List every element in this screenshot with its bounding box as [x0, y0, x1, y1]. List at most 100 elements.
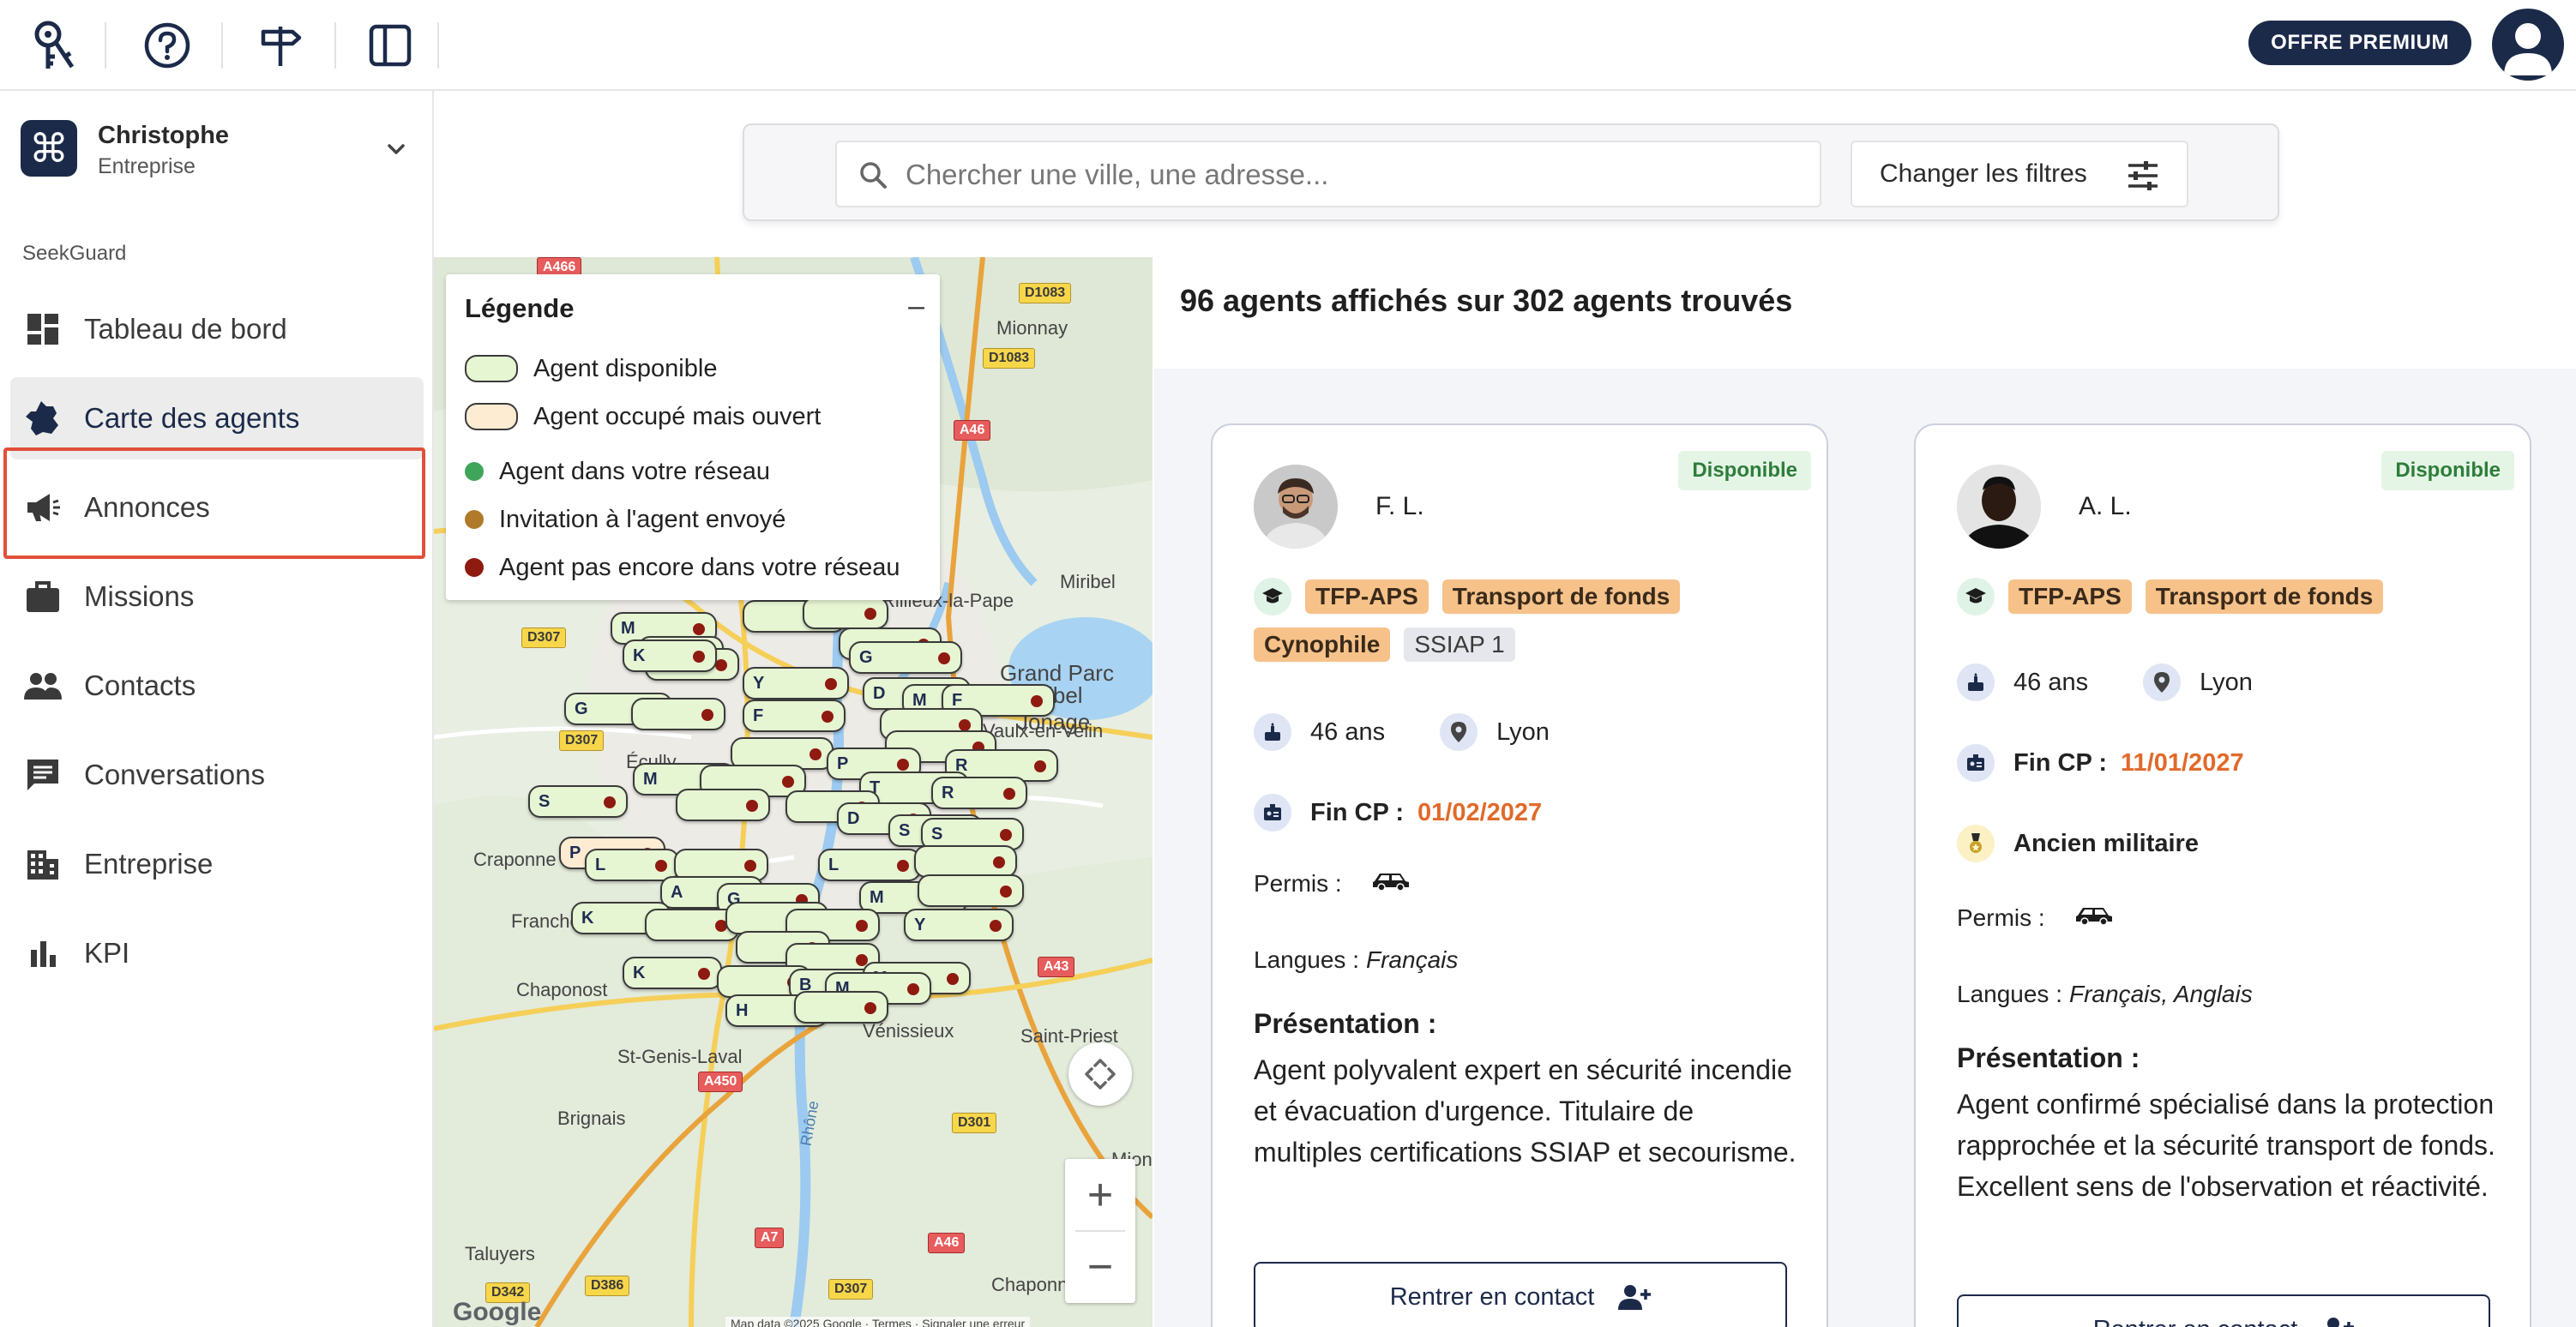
zoom-out-button[interactable]: −	[1065, 1231, 1135, 1303]
sidebar-item-annonces[interactable]: Annonces	[0, 463, 434, 552]
agent-map-marker[interactable]	[631, 698, 725, 730]
search-field[interactable]	[835, 141, 1821, 207]
legend-collapse-button[interactable]: –	[908, 290, 924, 323]
legend-item-label: Agent occupé mais ouvert	[533, 402, 822, 430]
sidebar-item-carte-des-agents[interactable]: Carte des agents	[10, 377, 424, 459]
certification-tags: TFP-APS Transport de fonds	[1957, 578, 2506, 615]
road-tag: D386	[585, 1276, 630, 1296]
sidebar-item-conversations[interactable]: Conversations	[0, 730, 434, 820]
agent-map-marker[interactable]	[914, 845, 1017, 878]
agent-map-marker[interactable]: S	[528, 785, 628, 818]
agent-map-marker[interactable]	[803, 597, 888, 629]
signpost-icon[interactable]	[249, 14, 312, 77]
agent-map-marker[interactable]: K	[623, 957, 722, 989]
change-filters-button[interactable]: Changer les filtres	[1851, 141, 2188, 207]
military-label: Ancien militaire	[2013, 829, 2199, 857]
sidebar-item-entreprise[interactable]: Entreprise	[0, 820, 434, 909]
cert-tag: TFP-APS	[2008, 579, 2132, 614]
add-user-icon	[1618, 1285, 1652, 1310]
legend-dot	[465, 558, 484, 577]
workspace-switcher[interactable]: ⌘ Christophe Entreprise	[21, 117, 412, 182]
legend-swatch	[465, 403, 518, 430]
map-place-label: Taluyers	[465, 1243, 535, 1264]
sidebar-toggle-icon[interactable]	[358, 14, 422, 77]
fullscreen-icon[interactable]	[1068, 1042, 1132, 1106]
dashboard-icon	[24, 310, 62, 348]
legend-item: Agent occupé mais ouvert	[465, 401, 821, 432]
sidebar-item-missions[interactable]: Missions	[0, 552, 434, 641]
toolbar-divider	[221, 22, 223, 69]
map-attribution[interactable]: Map data ©2025 Google · Termes · Signale…	[725, 1317, 1031, 1327]
google-logo: Google	[453, 1298, 542, 1326]
cert-tag: Cynophile	[1254, 627, 1391, 662]
workspace-name: Christophe	[98, 122, 230, 149]
legend-item: Invitation à l'agent envoyé	[465, 504, 785, 535]
user-avatar-icon[interactable]	[2492, 9, 2564, 81]
agent-card[interactable]: Disponible F. L. TFP-APS Transport de fo…	[1211, 423, 1828, 1327]
langues-value: Français	[1366, 946, 1459, 973]
fin-cp-date: 11/01/2027	[2121, 748, 2244, 777]
agent-map-marker[interactable]: G	[849, 641, 962, 674]
sidebar: ⌘ Christophe Entreprise SeekGuard Tablea…	[0, 91, 434, 1327]
fin-cp-row: Fin CP : 01/02/2027	[1254, 794, 1542, 832]
keys-logo-icon[interactable]	[22, 14, 86, 77]
contact-agent-button[interactable]: Rentrer en contact	[1254, 1262, 1787, 1327]
agents-map[interactable]: Mionnay Miribel Rillieux-la-Pape Grand P…	[434, 257, 1153, 1327]
road-tag: A46	[954, 420, 991, 441]
agent-city: Lyon	[2200, 668, 2253, 696]
sidebar-item-tableau-de-bord[interactable]: Tableau de bord	[0, 285, 434, 374]
sidebar-item-label: Tableau de bord	[84, 313, 287, 345]
legend-item: Agent dans votre réseau	[465, 456, 770, 487]
presentation-text: Agent polyvalent expert en sécurité ince…	[1254, 1054, 1797, 1168]
agent-map-marker[interactable]: F	[743, 700, 846, 732]
agent-map-marker[interactable]: L	[585, 849, 679, 881]
zoom-in-button[interactable]: +	[1065, 1159, 1135, 1231]
legend-title: Légende	[465, 293, 575, 323]
search-input[interactable]	[906, 151, 1806, 199]
agent-map-marker[interactable]: Y	[904, 909, 1014, 941]
legend-item-label: Agent disponible	[533, 354, 718, 382]
sidebar-item-label: Annonces	[84, 491, 210, 523]
agent-age: 46 ans	[2013, 668, 2089, 696]
sidebar-nav: Tableau de bord Carte des agents Annonce…	[0, 285, 434, 998]
permis-row: Permis :	[1254, 869, 1411, 898]
agent-map-marker[interactable]	[794, 991, 888, 1024]
help-circle-icon[interactable]	[135, 14, 199, 77]
cert-tag: SSIAP 1	[1404, 627, 1515, 662]
add-user-icon	[2327, 1318, 2355, 1327]
status-badge: Disponible	[1678, 451, 1811, 490]
premium-offer-button[interactable]: OFFRE PREMIUM	[2248, 21, 2471, 65]
age-location-row: 46 ans Lyon	[1957, 664, 2253, 701]
agent-city: Lyon	[1496, 718, 1550, 746]
agent-card[interactable]: Disponible A. L. TFP-APS Transport de fo…	[1914, 423, 2531, 1327]
agent-age: 46 ans	[1310, 718, 1386, 746]
langues-label: Langues :	[1254, 946, 1359, 973]
results-header: 96 agents affichés sur 302 agents trouvé…	[1154, 257, 2576, 369]
contact-button-label: Rentrer en contact	[2093, 1316, 2298, 1327]
car-icon	[2074, 904, 2114, 932]
agent-map-marker[interactable]: R	[931, 777, 1027, 809]
results-panel: 96 agents affichés sur 302 agents trouvé…	[1154, 257, 2576, 1327]
chevron-down-icon[interactable]	[381, 134, 412, 165]
top-bar: OFFRE PREMIUM	[0, 0, 2576, 91]
langues-label: Langues :	[1957, 981, 2062, 1007]
agent-map-marker[interactable]: Y	[743, 667, 849, 700]
agent-map-marker[interactable]	[918, 874, 1024, 907]
sidebar-item-contacts[interactable]: Contacts	[0, 641, 434, 730]
app-root: OFFRE PREMIUM ⌘ Christophe Entreprise Se…	[0, 0, 2576, 1327]
sidebar-item-label: Missions	[84, 580, 195, 612]
cert-tag: Transport de fonds	[1441, 579, 1681, 614]
map-legend: Légende – Agent disponible Agent occupé …	[446, 274, 940, 600]
workspace-type: Entreprise	[98, 154, 196, 178]
agent-map-marker[interactable]	[676, 789, 770, 821]
agent-photo	[1957, 465, 2041, 549]
briefcase-icon	[24, 578, 62, 615]
presentation-title: Présentation :	[1254, 1008, 1437, 1039]
contact-agent-button[interactable]: Rentrer en contact	[1957, 1294, 2490, 1327]
road-tag: D307	[559, 730, 605, 751]
certification-tags: TFP-APS Transport de fonds Cynophile SSI…	[1254, 578, 1803, 662]
sidebar-item-kpi[interactable]: KPI	[0, 909, 434, 998]
contact-button-label: Rentrer en contact	[1389, 1282, 1595, 1311]
agent-map-marker[interactable]: L	[818, 849, 921, 881]
agent-map-marker[interactable]: K	[623, 639, 717, 672]
